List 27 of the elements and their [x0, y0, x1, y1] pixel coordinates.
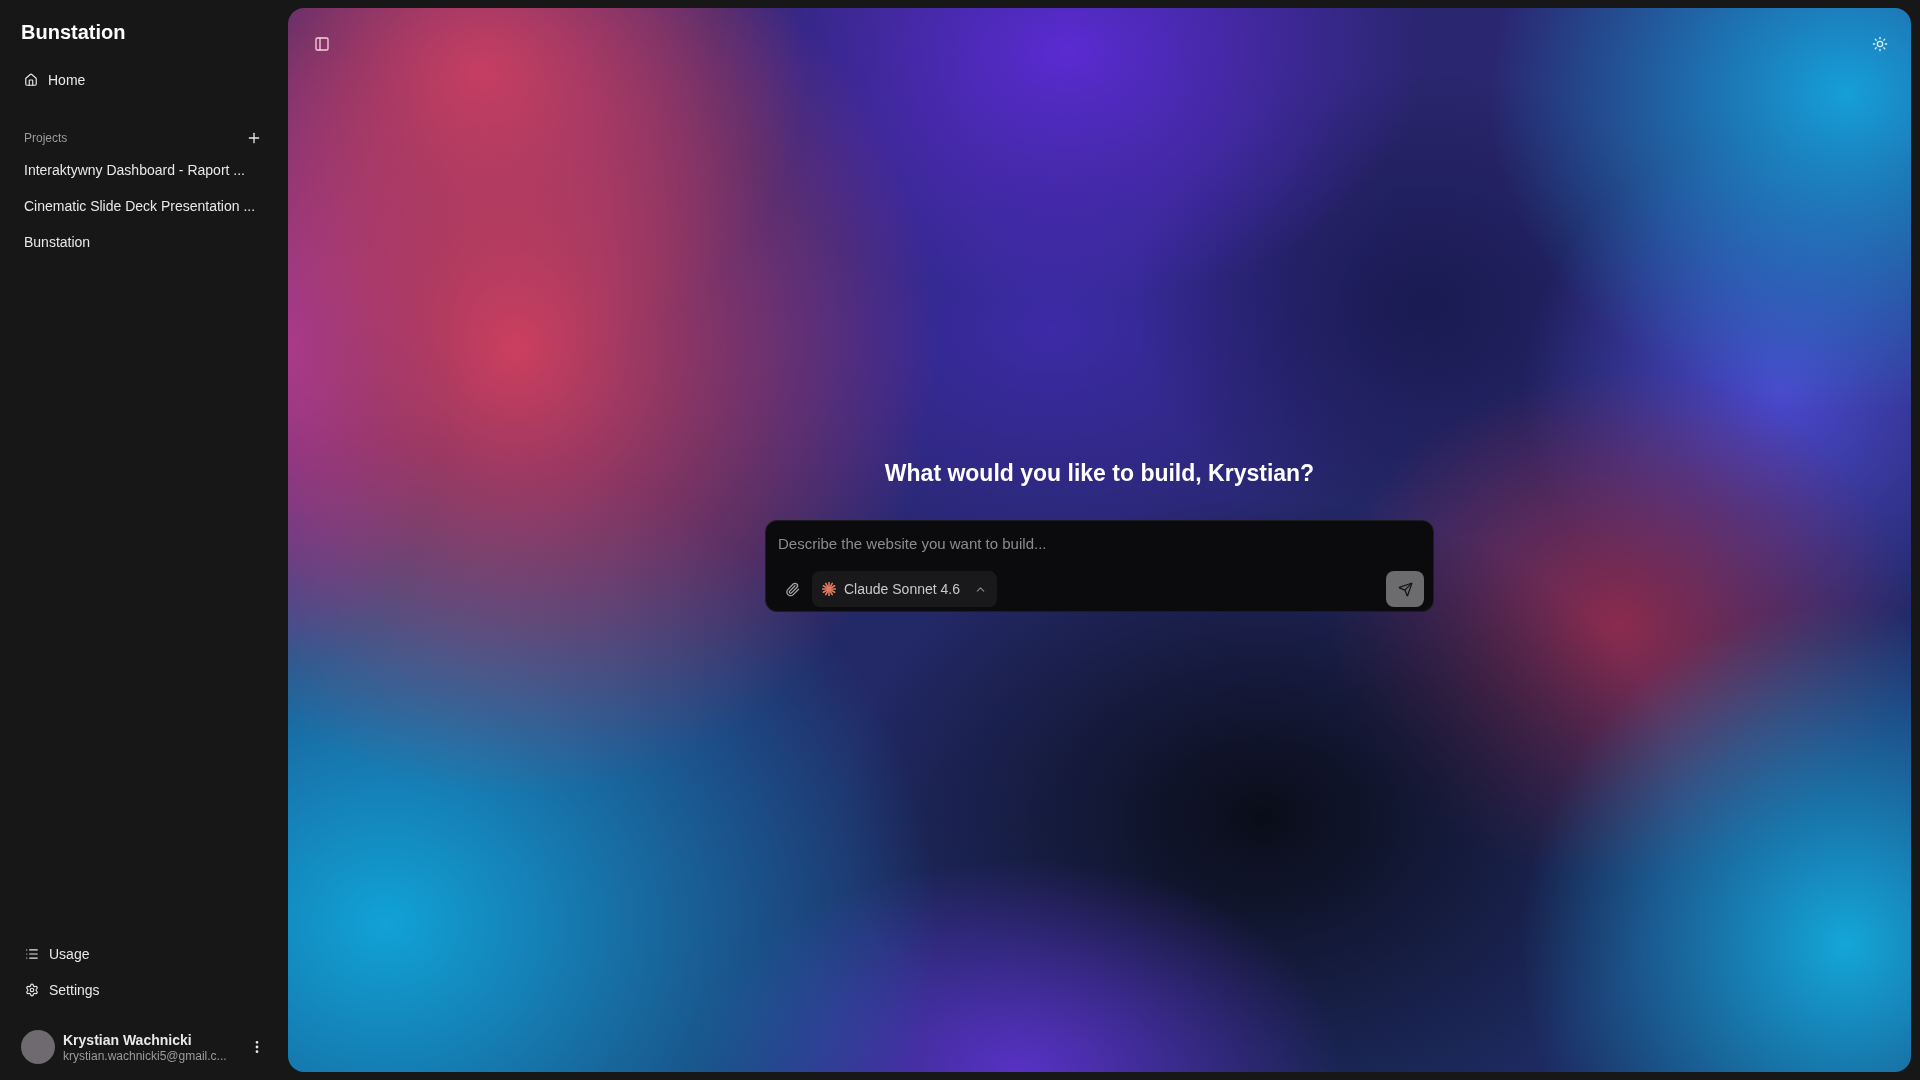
- add-project-button[interactable]: [246, 130, 262, 146]
- settings-link[interactable]: Settings: [21, 980, 104, 1000]
- settings-icon: [25, 983, 39, 997]
- project-link[interactable]: Bunstation: [24, 232, 91, 252]
- prompt-input[interactable]: Describe the website you want to build...: [778, 533, 1421, 555]
- avatar-placeholder: [21, 1030, 55, 1064]
- model-selector[interactable]: Claude Sonnet 4.6: [812, 571, 997, 607]
- list-icon: [25, 947, 39, 961]
- paperclip-icon: [784, 581, 800, 597]
- send-icon: [1397, 581, 1413, 597]
- sun-icon: [1872, 36, 1888, 52]
- sidebar-toggle-button[interactable]: [314, 36, 330, 52]
- welcome-heading: What would you like to build, Krystian?: [884, 459, 1315, 488]
- app-title: Bunstation: [21, 20, 126, 44]
- theme-toggle-button[interactable]: [1872, 36, 1888, 52]
- sparkle-icon: [822, 582, 836, 596]
- plus-icon: [246, 130, 262, 146]
- home-link[interactable]: Home: [21, 68, 89, 92]
- project-link[interactable]: Cinematic Slide Deck Presentation ...: [24, 196, 256, 216]
- project-link[interactable]: Interaktywny Dashboard - Raport ...: [24, 160, 245, 180]
- user-name: Krystian Wachnicki: [63, 1031, 192, 1049]
- home-icon: [24, 73, 38, 87]
- sidebar-toggle-icon: [314, 36, 330, 52]
- user-email: krystian.wachnicki5@gmail.c...: [63, 1049, 227, 1063]
- usage-link[interactable]: Usage: [21, 944, 94, 964]
- projects-heading: Projects: [24, 130, 68, 146]
- send-button[interactable]: [1386, 571, 1424, 607]
